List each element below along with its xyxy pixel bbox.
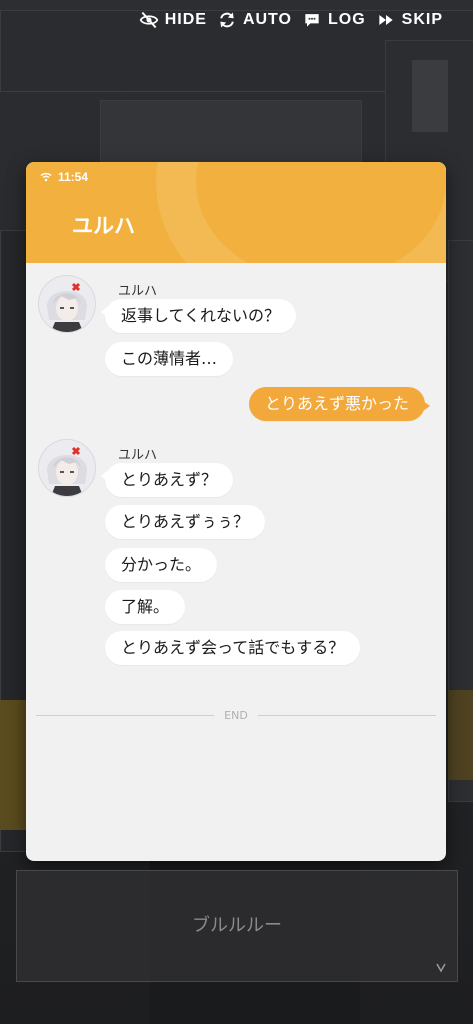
dialogue-text: ブルルルー	[192, 915, 282, 936]
wifi-icon	[40, 172, 52, 182]
next-arrow-icon	[436, 963, 446, 973]
hide-button[interactable]: HIDE	[139, 10, 207, 30]
contact-name: ユルハ	[72, 214, 135, 238]
outgoing-message-bubble: とりあえず悪かった	[248, 387, 431, 421]
fast-forward-icon	[378, 15, 393, 25]
message-bubble: とりあえずぅぅ？	[105, 505, 266, 539]
message-sender: ユルハ	[118, 448, 158, 463]
hide-label: HIDE	[164, 11, 207, 28]
message-bubble: とりあえず？	[100, 463, 234, 497]
end-divider: END	[36, 709, 436, 722]
skip-button[interactable]: SKIP	[376, 10, 443, 30]
log-label: LOG	[327, 11, 366, 28]
dialogue-box[interactable]: ブルルルー	[16, 870, 458, 982]
log-button[interactable]: LOG	[302, 10, 366, 30]
chat-header: 11:54 ユルハ	[26, 162, 446, 263]
eye-off-icon	[139, 11, 158, 29]
end-label: END	[224, 709, 248, 722]
message-bubble: 返事してくれないの？	[100, 299, 297, 333]
auto-button[interactable]: AUTO	[217, 10, 292, 30]
phone-status-bar: 11:54	[40, 170, 88, 184]
status-time: 11:54	[58, 170, 89, 184]
refresh-icon	[220, 12, 234, 28]
message-thread[interactable]: ユルハ 返事してくれないの？ この薄情者… とりあえず悪かった ユルハ とりあえ…	[26, 263, 446, 861]
auto-label: AUTO	[242, 11, 292, 28]
message-bubble: とりあえず会って話でもする？	[105, 631, 361, 665]
message-bubble: 了解。	[105, 590, 186, 624]
story-menu: HIDE AUTO LOG SKIP	[139, 8, 443, 32]
message-log-icon	[305, 14, 319, 27]
message-sender: ユルハ	[118, 284, 158, 299]
message-bubble: この薄情者…	[105, 342, 234, 376]
message-bubble: 分かった。	[105, 548, 218, 582]
avatar	[38, 439, 96, 497]
avatar	[38, 275, 96, 333]
phone-chat-window: 11:54 ユルハ ユルハ 返事してくれないの？ この薄情者… とりあえず悪かっ…	[26, 162, 446, 861]
skip-label: SKIP	[401, 11, 443, 28]
